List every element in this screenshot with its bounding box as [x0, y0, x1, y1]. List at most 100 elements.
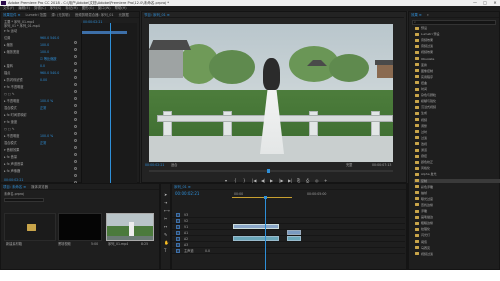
scrub-playhead[interactable]: [267, 169, 270, 173]
effects-tree-item[interactable]: 视频效果: [414, 50, 500, 54]
effect-row[interactable]: ▸ fx 时间重映射: [4, 113, 27, 117]
effects-tree-item[interactable]: 沉浸式视频: [414, 105, 500, 109]
effects-tree-item[interactable]: 扭曲: [414, 81, 500, 85]
track-target-button[interactable]: [176, 237, 180, 241]
track-target-button[interactable]: [176, 231, 180, 235]
track-target-button[interactable]: [176, 225, 180, 229]
reset-icon[interactable]: [74, 104, 77, 107]
tab-lumetri-scopes[interactable]: Lumetri 范围: [25, 12, 46, 17]
fit-dropdown[interactable]: 适合: [171, 163, 177, 167]
effect-row-value[interactable]: 0.00: [40, 78, 47, 82]
effect-row[interactable]: ▸ fx 声像器: [4, 169, 20, 173]
tab-sequence[interactable]: 序列_01 ≡: [174, 184, 191, 189]
effect-row[interactable]: ○ □ ✎: [4, 92, 15, 96]
effect-row[interactable]: 位置 960.0 540.0: [4, 36, 59, 40]
video-clip-v1-second[interactable]: [287, 230, 301, 235]
track-target-button[interactable]: [176, 219, 180, 223]
bin-item[interactable]: [4, 213, 56, 241]
effects-tree-item[interactable]: 通道: [414, 148, 500, 152]
tab-effects[interactable]: 效果 ≡: [411, 12, 422, 17]
video-frame[interactable]: [149, 24, 393, 162]
effects-tree-item[interactable]: 图像控制: [414, 69, 500, 73]
ripple-edit-tool-icon[interactable]: ⟷: [164, 208, 170, 213]
effect-row[interactable]: ▸ 缩放宽度 100.0: [4, 50, 49, 54]
effect-row-value[interactable]: 0.0: [40, 64, 45, 68]
effects-tree-item[interactable]: 浮雕: [414, 209, 500, 213]
reset-icon[interactable]: [74, 97, 77, 100]
effect-row[interactable]: ○ □ ✎: [4, 127, 15, 131]
reset-icon[interactable]: [74, 48, 77, 51]
effects-tree-item[interactable]: 键控: [414, 154, 500, 158]
reset-icon[interactable]: [74, 174, 77, 177]
effect-row[interactable]: ▸ 旋转 0.0: [4, 64, 45, 68]
effect-row[interactable]: ▸ 不透明度 100.0 %: [4, 99, 53, 103]
video-clip-item[interactable]: [106, 213, 154, 241]
scrub-bar[interactable]: [149, 169, 393, 173]
effect-row[interactable]: ▸ fx 声道音量: [4, 162, 23, 166]
effects-tree-item[interactable]: 音频过渡: [414, 44, 500, 48]
audio-clip-a1-second[interactable]: [287, 236, 301, 241]
tab-project[interactable]: 项目: 未命名 ≡: [3, 184, 26, 189]
effects-tree-item[interactable]: 杂色与颗粒: [414, 93, 500, 97]
reset-icon[interactable]: [74, 76, 77, 79]
reset-icon[interactable]: [74, 55, 77, 58]
effect-row[interactable]: 锚点 960.0 540.0: [4, 71, 59, 75]
video-clip-v1[interactable]: [233, 224, 279, 229]
effect-row[interactable]: ▸ 缩放 100.0: [4, 43, 49, 47]
reset-icon[interactable]: [74, 146, 77, 149]
track-target-button[interactable]: [176, 213, 180, 217]
black-video-item[interactable]: [58, 213, 102, 241]
timeline-timecode[interactable]: 00:00:02:21: [175, 192, 199, 196]
effect-row-value[interactable]: 100.0: [40, 43, 49, 47]
effects-tree-item[interactable]: 视频过渡: [414, 252, 500, 256]
effects-search-input[interactable]: ⌕: [412, 20, 496, 25]
tab-media-browser[interactable]: 媒体浏览器: [31, 184, 48, 189]
effects-tree-item[interactable]: 复制: [414, 178, 500, 183]
type-tool-icon[interactable]: T: [164, 248, 166, 253]
playhead-line[interactable]: [110, 23, 111, 183]
effects-tree-item[interactable]: 纹理化: [414, 227, 500, 231]
project-search-input[interactable]: [4, 198, 44, 202]
effects-tree-item[interactable]: Alpha 发光: [414, 172, 500, 176]
effect-row[interactable]: ▾ 音频效果: [4, 148, 19, 152]
reset-icon[interactable]: [74, 83, 77, 86]
reset-icon[interactable]: [74, 62, 77, 65]
tab-audio-clip-mixer[interactable]: 音频剪辑混合器: 序列_01: [75, 12, 114, 17]
effect-row[interactable]: ▸ 不透明度 100.0 %: [4, 134, 53, 138]
razor-tool-icon[interactable]: ✂: [164, 216, 167, 221]
effect-row-value[interactable]: 960.0 540.0: [40, 71, 59, 75]
effect-row[interactable]: 混合模式 正常: [4, 106, 46, 110]
reset-icon[interactable]: [74, 90, 77, 93]
effects-tree-item[interactable]: 视频: [414, 118, 500, 122]
effects-tree-item[interactable]: 音频效果: [414, 38, 500, 42]
effects-tree-item[interactable]: 变换: [414, 63, 500, 67]
effects-tree-item[interactable]: 曝光过度: [414, 197, 500, 201]
effects-tree-item[interactable]: 实用程序: [414, 75, 500, 79]
tab-effect-controls[interactable]: 效果控件 ≡: [3, 12, 20, 17]
reset-icon[interactable]: [74, 69, 77, 72]
reset-icon[interactable]: [74, 125, 77, 128]
effects-tree-item[interactable]: 闪光灯: [414, 233, 500, 237]
effect-row[interactable]: ▾ fx 不透明度: [4, 85, 23, 89]
effect-row[interactable]: ▸ 防闪烁滤镜 0.00: [4, 78, 47, 82]
effects-tree-item[interactable]: 过渡: [414, 136, 500, 140]
effects-tree-item[interactable]: 查找边缘: [414, 203, 500, 207]
effects-tree-item[interactable]: 风格化: [414, 166, 500, 170]
tab-source[interactable]: 源: (无剪辑): [51, 12, 69, 17]
quality-dropdown[interactable]: 完整: [346, 163, 352, 167]
effects-tree-item[interactable]: 马赛克: [414, 246, 500, 250]
effect-row[interactable]: ▾ fx 速度: [4, 120, 17, 124]
master-volume-value[interactable]: 0.0: [205, 249, 210, 253]
effect-row-value[interactable]: 100.0 %: [40, 99, 53, 103]
effects-tree-item[interactable]: 预设: [414, 26, 500, 30]
effects-tree-item[interactable]: 彩色浮雕: [414, 185, 500, 189]
program-timecode[interactable]: 00:00:02:21: [145, 163, 164, 167]
reset-icon[interactable]: [74, 132, 77, 135]
reset-icon[interactable]: [74, 41, 77, 44]
reset-icon[interactable]: [74, 111, 77, 114]
effects-tree-item[interactable]: 颜色校正: [414, 160, 500, 164]
effects-tree-item[interactable]: 阈值: [414, 240, 500, 244]
effects-tree-item[interactable]: 模糊与锐化: [414, 99, 500, 103]
effects-tree-item[interactable]: 时间: [414, 87, 500, 91]
reset-icon[interactable]: [74, 160, 77, 163]
